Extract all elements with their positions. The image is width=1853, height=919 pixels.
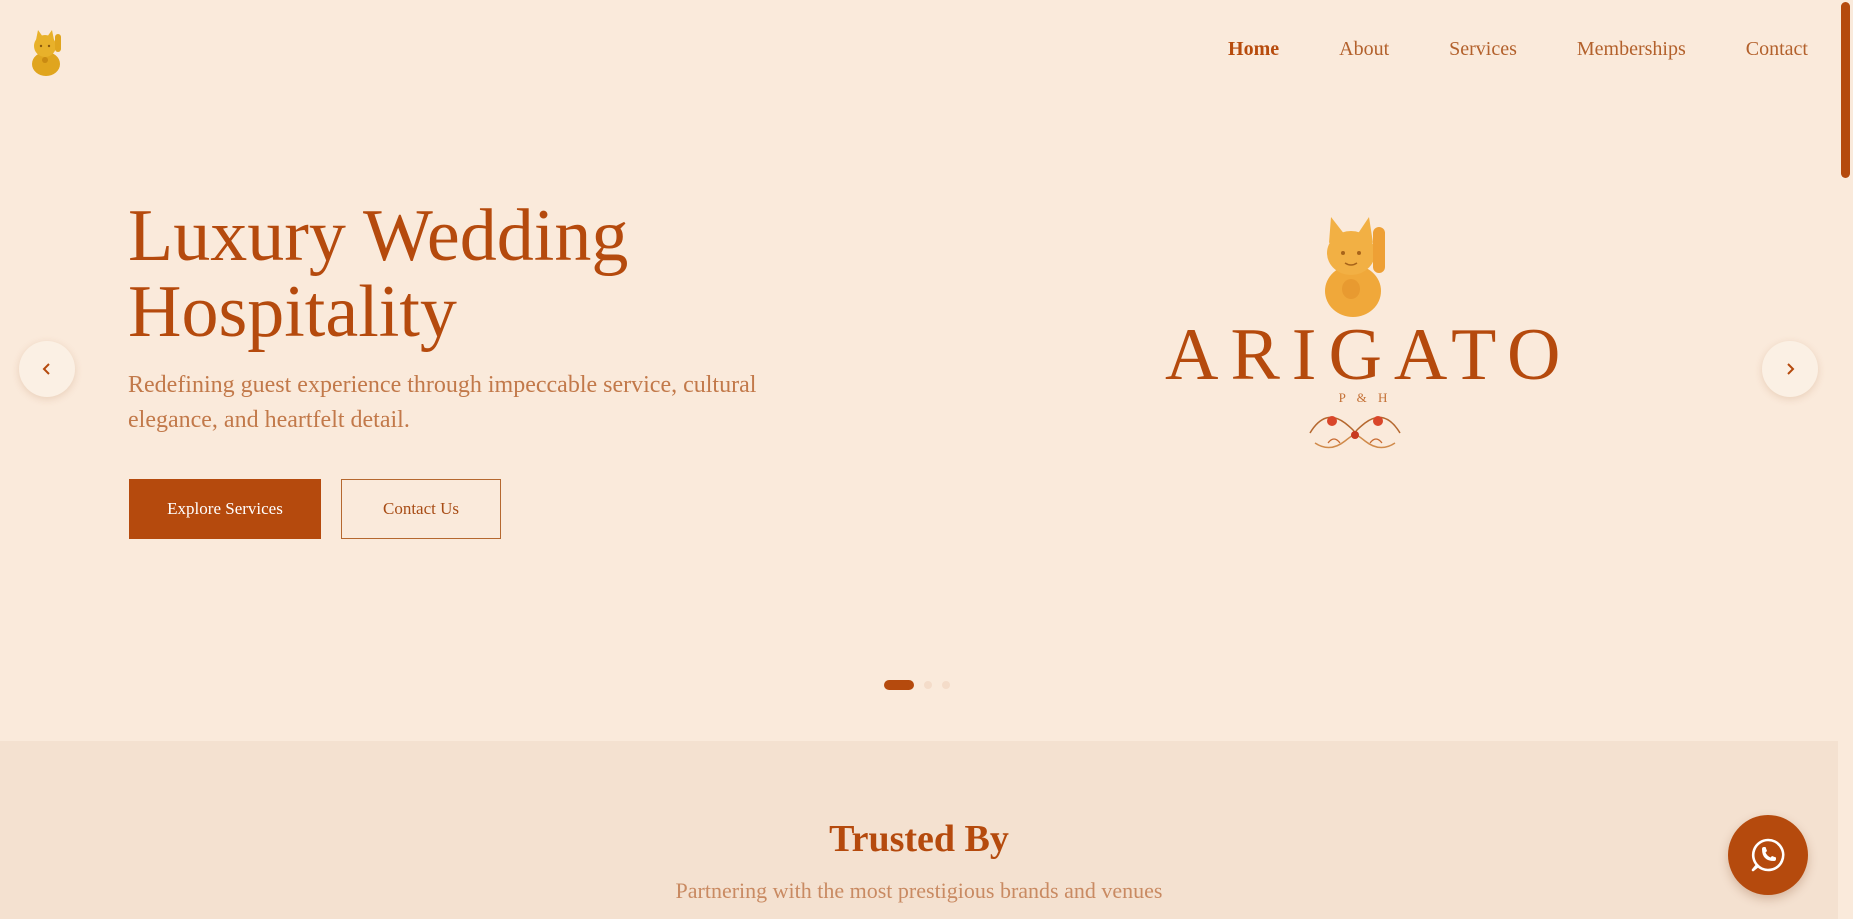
whatsapp-button[interactable] [1728,815,1808,895]
hero-subtitle: Redefining guest experience through impe… [128,372,757,433]
trusted-title: Trusted By [829,818,1009,860]
lucky-cat-figure-icon [1325,217,1385,317]
hero-title-line2: Hospitality [128,271,457,353]
whatsapp-icon [1751,838,1785,872]
lucky-cat-logo-icon [32,30,61,76]
chevron-left-icon [42,363,50,375]
scrollbar-thumb[interactable] [1841,2,1850,178]
main-nav: Home About Services Memberships Contact [1168,38,1808,61]
nav-about[interactable]: About [1339,38,1389,61]
contact-us-button[interactable]: Contact Us [341,479,501,539]
arigato-brand-logo: ARIGATO P & H [1165,215,1565,455]
floral-ornament-icon [1309,416,1401,449]
brand-wordmark: ARIGATO [1165,314,1573,396]
carousel-dot-2[interactable] [924,681,932,689]
carousel-next-button[interactable] [1762,341,1818,397]
explore-services-button[interactable]: Explore Services [129,479,321,539]
carousel-dot-3[interactable] [942,681,950,689]
page-scrollbar[interactable] [1838,0,1853,919]
chevron-right-icon [1787,363,1795,375]
carousel-dot-1[interactable] [884,680,914,690]
nav-memberships[interactable]: Memberships [1577,38,1686,61]
site-logo[interactable] [28,28,68,78]
hero-title: Luxury Wedding Hospitality [128,198,828,350]
nav-contact[interactable]: Contact [1746,38,1808,61]
carousel-prev-button[interactable] [19,341,75,397]
trusted-subtitle: Partnering with the most prestigious bra… [675,878,1163,903]
nav-home[interactable]: Home [1228,38,1279,61]
hero-title-line1: Luxury Wedding [128,195,629,277]
page: Home About Services Memberships Contact … [0,0,1838,919]
nav-services[interactable]: Services [1449,38,1517,61]
carousel-dots [884,680,950,690]
trusted-by-section: Trusted By Partnering with the most pres… [0,741,1838,919]
